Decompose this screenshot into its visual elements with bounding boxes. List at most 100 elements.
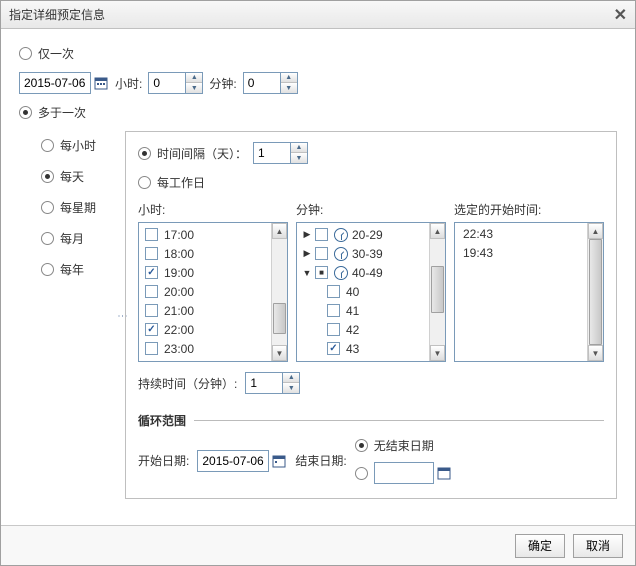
interval-row[interactable]: 时间间隔（天）： ▲ ▼ bbox=[138, 142, 604, 164]
scroll-up-icon[interactable]: ▲ bbox=[430, 223, 445, 239]
hour-item[interactable]: 19:00 bbox=[141, 263, 269, 282]
scroll-thumb[interactable] bbox=[589, 239, 602, 345]
spinner-down-icon[interactable]: ▼ bbox=[281, 83, 297, 93]
scroll-thumb[interactable] bbox=[273, 303, 286, 335]
calendar-icon[interactable] bbox=[93, 75, 109, 91]
scrollbar[interactable]: ▲ ▼ bbox=[429, 223, 445, 361]
once-hour-input[interactable] bbox=[149, 73, 185, 93]
hour-item[interactable]: 20:00 bbox=[141, 282, 269, 301]
cancel-button[interactable]: 取消 bbox=[573, 534, 623, 558]
scroll-down-icon[interactable]: ▼ bbox=[430, 345, 445, 361]
no-end-row[interactable]: 无结束日期 bbox=[355, 437, 452, 454]
scroll-down-icon[interactable]: ▼ bbox=[272, 345, 287, 361]
hour-item[interactable]: 21:00 bbox=[141, 301, 269, 320]
minute-item[interactable]: 43 bbox=[299, 339, 427, 358]
hours-listbox[interactable]: 17:0018:0019:00 20:00 21:0022:00 23:00 ▲ ▼ bbox=[138, 222, 288, 362]
scrollbar[interactable]: ▲ ▼ bbox=[587, 223, 603, 361]
checkbox[interactable] bbox=[327, 342, 340, 355]
checkbox[interactable] bbox=[327, 323, 340, 336]
once-radio[interactable] bbox=[19, 47, 32, 60]
end-date-row[interactable] bbox=[355, 462, 452, 484]
freq-item[interactable]: 每月 bbox=[41, 230, 119, 247]
checkbox[interactable] bbox=[145, 342, 158, 355]
freq-radio[interactable] bbox=[41, 263, 54, 276]
hour-item[interactable]: 23:00 bbox=[141, 339, 269, 358]
duration-input[interactable] bbox=[246, 373, 282, 393]
range-title: 循环范围 bbox=[138, 412, 186, 429]
hour-item[interactable]: 17:00 bbox=[141, 225, 269, 244]
calendar-icon[interactable] bbox=[436, 465, 452, 481]
checkbox[interactable] bbox=[145, 228, 158, 241]
checkbox[interactable] bbox=[315, 266, 328, 279]
end-date-radio[interactable] bbox=[355, 467, 368, 480]
ok-button[interactable]: 确定 bbox=[515, 534, 565, 558]
selected-time-item[interactable]: 22:43 bbox=[457, 225, 585, 244]
freq-label: 每月 bbox=[60, 230, 84, 247]
once-hour-spinner[interactable]: ▲ ▼ bbox=[148, 72, 203, 94]
checkbox[interactable] bbox=[315, 228, 328, 241]
hour-label: 23:00 bbox=[164, 342, 194, 356]
spinner-down-icon[interactable]: ▼ bbox=[186, 83, 202, 93]
checkbox[interactable] bbox=[315, 247, 328, 260]
spinner-up-icon[interactable]: ▲ bbox=[186, 73, 202, 83]
interval-input[interactable] bbox=[254, 143, 290, 163]
freq-item[interactable]: 每小时 bbox=[41, 137, 119, 154]
freq-radio[interactable] bbox=[41, 170, 54, 183]
minute-group[interactable]: ▶30-39 bbox=[299, 244, 427, 263]
minute-item[interactable]: 40 bbox=[299, 282, 427, 301]
minute-item[interactable]: 41 bbox=[299, 301, 427, 320]
minute-label: 41 bbox=[346, 304, 359, 318]
freq-item[interactable]: 每年 bbox=[41, 261, 119, 278]
minute-item[interactable]: 42 bbox=[299, 320, 427, 339]
interval-spinner[interactable]: ▲ ▼ bbox=[253, 142, 308, 164]
freq-radio[interactable] bbox=[41, 201, 54, 214]
freq-item[interactable]: 每天 bbox=[41, 168, 119, 185]
scroll-up-icon[interactable]: ▲ bbox=[272, 223, 287, 239]
minutes-treebox[interactable]: ▶20-29▶30-39▼40-4940 41 4243 ▲ ▼ bbox=[296, 222, 446, 362]
spinner-up-icon[interactable]: ▲ bbox=[291, 143, 307, 153]
spinner-down-icon[interactable]: ▼ bbox=[283, 383, 299, 393]
scroll-up-icon[interactable]: ▲ bbox=[588, 223, 603, 239]
spinner-down-icon[interactable]: ▼ bbox=[291, 153, 307, 163]
workday-row[interactable]: 每工作日 bbox=[138, 174, 604, 191]
once-date-input[interactable] bbox=[19, 72, 91, 94]
checkbox[interactable] bbox=[145, 304, 158, 317]
once-minute-spinner[interactable]: ▲ ▼ bbox=[243, 72, 298, 94]
checkbox[interactable] bbox=[327, 304, 340, 317]
freq-radio[interactable] bbox=[41, 139, 54, 152]
expand-icon[interactable]: ▼ bbox=[301, 268, 313, 278]
hour-item[interactable]: 18:00 bbox=[141, 244, 269, 263]
spinner-up-icon[interactable]: ▲ bbox=[283, 373, 299, 383]
scroll-down-icon[interactable]: ▼ bbox=[588, 345, 603, 361]
once-radio-row[interactable]: 仅一次 bbox=[19, 45, 617, 62]
end-date-input[interactable] bbox=[374, 462, 434, 484]
selected-listbox[interactable]: 22:4319:43 ▲ ▼ bbox=[454, 222, 604, 362]
hour-item[interactable]: 22:00 bbox=[141, 320, 269, 339]
once-minute-input[interactable] bbox=[244, 73, 280, 93]
checkbox[interactable] bbox=[145, 266, 158, 279]
checkbox[interactable] bbox=[145, 247, 158, 260]
checkbox[interactable] bbox=[327, 285, 340, 298]
hour-label: 20:00 bbox=[164, 285, 194, 299]
start-date-input[interactable] bbox=[197, 450, 269, 472]
minute-group[interactable]: ▼40-49 bbox=[299, 263, 427, 282]
checkbox[interactable] bbox=[145, 285, 158, 298]
multi-radio-row[interactable]: 多于一次 bbox=[19, 104, 617, 121]
freq-item[interactable]: 每星期 bbox=[41, 199, 119, 216]
close-icon[interactable]: ✕ bbox=[614, 5, 627, 25]
workday-radio[interactable] bbox=[138, 176, 151, 189]
spinner-up-icon[interactable]: ▲ bbox=[281, 73, 297, 83]
checkbox[interactable] bbox=[145, 323, 158, 336]
multi-radio[interactable] bbox=[19, 106, 32, 119]
selected-time-item[interactable]: 19:43 bbox=[457, 244, 585, 263]
scrollbar[interactable]: ▲ ▼ bbox=[271, 223, 287, 361]
minute-group[interactable]: ▶20-29 bbox=[299, 225, 427, 244]
scroll-thumb[interactable] bbox=[431, 266, 444, 314]
no-end-radio[interactable] bbox=[355, 439, 368, 452]
expand-icon[interactable]: ▶ bbox=[301, 229, 313, 240]
calendar-icon[interactable] bbox=[271, 453, 287, 469]
duration-spinner[interactable]: ▲ ▼ bbox=[245, 372, 300, 394]
expand-icon[interactable]: ▶ bbox=[301, 248, 313, 259]
interval-radio[interactable] bbox=[138, 147, 151, 160]
freq-radio[interactable] bbox=[41, 232, 54, 245]
